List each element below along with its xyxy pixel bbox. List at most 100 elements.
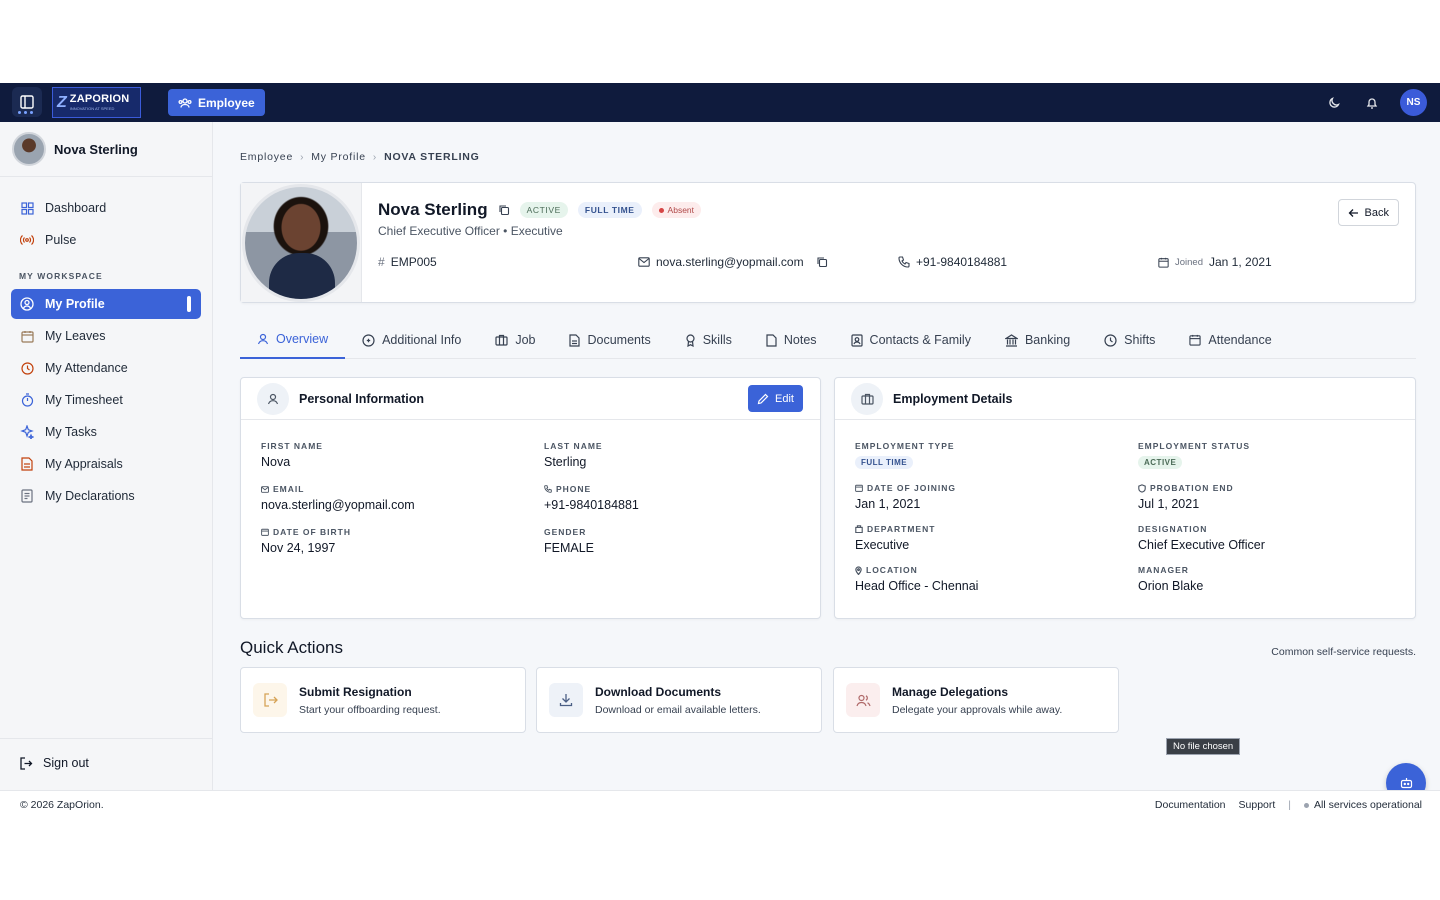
sidebar-item-label: My Attendance xyxy=(45,361,128,375)
chevron-right-icon: › xyxy=(372,151,378,163)
theme-toggle-button[interactable] xyxy=(1324,93,1344,113)
field-label: EMAIL xyxy=(261,483,544,495)
tab-notes[interactable]: Notes xyxy=(749,321,834,359)
support-link[interactable]: Support xyxy=(1239,799,1276,811)
field-label: DATE OF BIRTH xyxy=(261,526,544,538)
tab-label: Additional Info xyxy=(382,333,462,347)
sidebar-item-label: My Leaves xyxy=(45,329,106,343)
logo-tagline: INNOVATION AT SPEED xyxy=(69,106,115,111)
sidebar-item-dashboard[interactable]: Dashboard xyxy=(11,193,201,223)
tab-label: Notes xyxy=(783,333,817,347)
sidebar-item-my-declarations[interactable]: My Declarations xyxy=(11,481,201,511)
sidebar-item-my-tasks[interactable]: My Tasks xyxy=(11,417,201,447)
attendance-badge-label: Absent xyxy=(667,205,695,215)
field-date-of-birth: DATE OF BIRTH Nov 24, 1997 xyxy=(261,526,544,555)
absent-dot-icon xyxy=(658,208,664,214)
field-phone: PHONE +91-9840184881 xyxy=(544,483,800,512)
field-department: DEPARTMENT Executive xyxy=(855,523,1138,552)
tab-banking[interactable]: Banking xyxy=(988,321,1087,359)
documentation-link[interactable]: Documentation xyxy=(1155,799,1226,811)
status-badge: ACTIVE xyxy=(519,202,568,218)
bot-icon xyxy=(1400,778,1412,789)
sidebar-item-my-timesheet[interactable]: My Timesheet xyxy=(11,385,201,415)
joined-label: Joined xyxy=(1175,256,1203,268)
tab-additional-info[interactable]: Additional Info xyxy=(345,321,478,359)
breadcrumb-my-profile[interactable]: My Profile xyxy=(311,151,366,163)
breadcrumb-employee[interactable]: Employee xyxy=(240,151,293,163)
field-label-text: DATE OF JOINING xyxy=(867,483,956,493)
broadcast-icon xyxy=(19,232,35,248)
sidebar-item-my-leaves[interactable]: My Leaves xyxy=(11,321,201,351)
field-label: FIRST NAME xyxy=(261,441,323,451)
profile-photo[interactable] xyxy=(242,183,360,302)
sidebar-item-label: My Declarations xyxy=(45,489,135,503)
receipt-icon xyxy=(19,488,35,504)
tab-overview[interactable]: Overview xyxy=(240,321,346,359)
field-label: MANAGER xyxy=(1138,565,1189,575)
quick-action-manage-delegations[interactable]: Manage Delegations Delegate your approva… xyxy=(833,667,1119,733)
employment-type-badge: FULL TIME xyxy=(855,456,914,469)
copy-icon xyxy=(817,257,827,268)
tab-label: Overview xyxy=(276,332,329,346)
map-pin-icon xyxy=(855,565,862,575)
field-label: GENDER xyxy=(544,527,587,537)
shield-icon xyxy=(1138,483,1146,493)
field-designation: DESIGNATION Chief Executive Officer xyxy=(1138,523,1395,552)
tab-skills[interactable]: Skills xyxy=(668,321,749,359)
profile-email-value: nova.sterling@yopmail.com xyxy=(656,255,804,269)
tab-shifts[interactable]: Shifts xyxy=(1087,321,1172,359)
sidebar-footer: Sign out xyxy=(0,738,212,790)
quick-action-submit-resignation[interactable]: Submit Resignation Start your offboardin… xyxy=(240,667,526,733)
sidebar: Nova Sterling Dashboard Pulse MY WORKSPA… xyxy=(0,122,213,790)
sidebar-item-label: My Appraisals xyxy=(45,457,123,471)
calendar-icon xyxy=(19,328,35,344)
sidebar-item-my-profile[interactable]: My Profile xyxy=(11,289,201,319)
tab-job[interactable]: Job xyxy=(478,321,552,359)
tab-attendance[interactable]: Attendance xyxy=(1172,321,1288,359)
logo-text: ZAPORION xyxy=(69,93,130,105)
avatar xyxy=(12,132,46,166)
edit-personal-button[interactable]: Edit xyxy=(748,385,803,412)
tab-contacts-family[interactable]: Contacts & Family xyxy=(834,321,988,359)
sidebar-toggle-button[interactable] xyxy=(12,87,42,117)
field-last-name: LAST NAME Sterling xyxy=(544,440,800,469)
personal-card-header: Personal Information Edit xyxy=(241,378,820,420)
field-value: +91-9840184881 xyxy=(544,498,639,512)
copy-email-button[interactable] xyxy=(816,256,828,268)
sidebar-user[interactable]: Nova Sterling xyxy=(0,122,212,177)
quick-action-download-documents[interactable]: Download Documents Download or email ava… xyxy=(536,667,822,733)
exit-icon xyxy=(253,683,287,717)
field-label: DATE OF JOINING xyxy=(855,482,1138,494)
notifications-button[interactable] xyxy=(1362,93,1382,113)
tab-documents[interactable]: Documents xyxy=(552,321,667,359)
sidebar-section-label: MY WORKSPACE xyxy=(19,271,103,281)
sidebar-item-my-attendance[interactable]: My Attendance xyxy=(11,353,201,383)
personal-information-card: Personal Information Edit FIRST NAME Nov… xyxy=(240,377,821,619)
sign-out-button[interactable]: Sign out xyxy=(19,756,89,770)
app-logo[interactable]: Z ZAPORION INNOVATION AT SPEED xyxy=(52,87,141,118)
profile-email: nova.sterling@yopmail.com xyxy=(638,255,828,269)
copy-name-button[interactable] xyxy=(498,204,510,216)
field-value: Head Office - Chennai xyxy=(855,579,979,593)
footer-links: Documentation Support | All services ope… xyxy=(1155,799,1422,811)
employee-role-button[interactable]: Employee xyxy=(168,89,265,116)
panel-icon xyxy=(20,95,34,109)
sidebar-item-label: Pulse xyxy=(45,233,77,247)
system-status-text: All services operational xyxy=(1314,799,1422,811)
field-label: EMPLOYMENT TYPE xyxy=(855,441,955,451)
edit-label: Edit xyxy=(775,392,794,405)
profile-name-row: Nova Sterling ACTIVE FULL TIME Absent xyxy=(378,200,702,220)
field-gender: GENDER FEMALE xyxy=(544,526,800,555)
profile-name: Nova Sterling xyxy=(378,200,488,219)
sidebar-item-my-appraisals[interactable]: My Appraisals xyxy=(11,449,201,479)
back-button[interactable]: Back xyxy=(1337,199,1399,226)
employment-fields: EMPLOYMENT TYPE FULL TIME EMPLOYMENT STA… xyxy=(855,440,1395,593)
field-value: Sterling xyxy=(544,455,587,469)
note-icon xyxy=(766,333,777,347)
file-icon xyxy=(569,333,581,347)
sidebar-item-pulse[interactable]: Pulse xyxy=(11,225,201,255)
info-icon xyxy=(362,333,375,347)
back-label: Back xyxy=(1364,206,1389,219)
chevron-right-icon: › xyxy=(300,151,305,163)
user-avatar-button[interactable]: NS xyxy=(1400,89,1427,116)
